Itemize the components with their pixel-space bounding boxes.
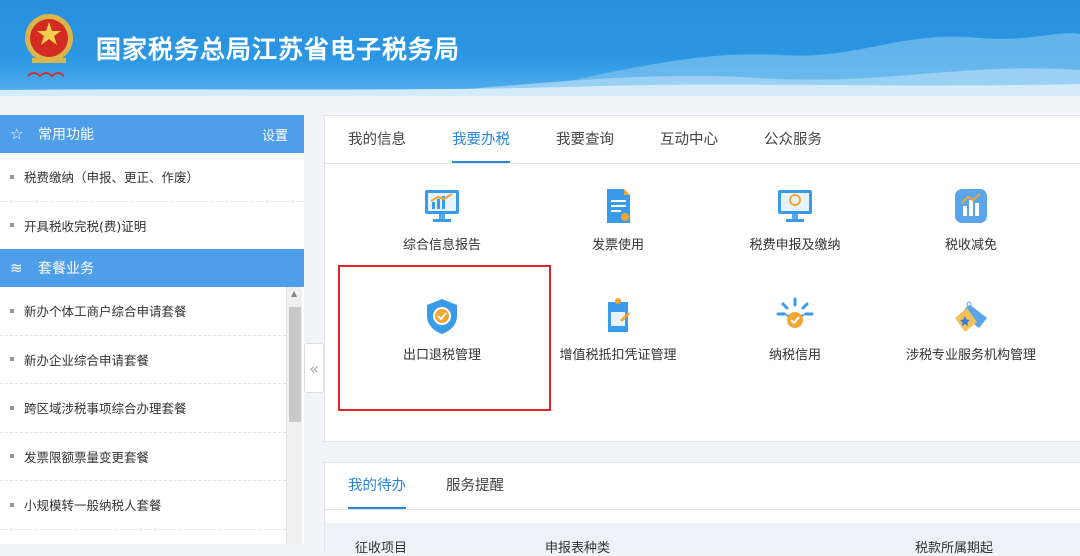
sidebar-item-label: 新办个体工商户综合申请套餐 <box>24 304 187 320</box>
tab-tax-handling[interactable]: 我要办税 <box>452 128 510 163</box>
sidebar-item-label: 开具税收完税(费)证明 <box>24 218 147 234</box>
column-header: 税款所属期起 <box>915 541 994 556</box>
package-services-title: 套餐业务 <box>38 261 94 277</box>
layers-icon: ≋ <box>10 259 23 277</box>
service-label: 涉税专业服务机构管理 <box>905 348 1036 363</box>
star-icon: ☆ <box>10 125 24 143</box>
scroll-up-icon[interactable]: ▲ <box>291 289 297 298</box>
bar-chart-icon <box>955 189 987 223</box>
tab-public-service[interactable]: 公众服务 <box>764 128 822 163</box>
tab-my-info[interactable]: 我的信息 <box>348 128 406 163</box>
bullet-icon <box>10 502 14 507</box>
tab-my-todo[interactable]: 我的待办 <box>348 474 406 509</box>
service-tax-agency-management[interactable]: 涉税专业服务机构管理 <box>866 274 1076 384</box>
todo-panel: 我的待办 服务提醒 征收项目 申报表种类 税款所属期起 <box>324 462 1080 556</box>
bullet-icon <box>10 174 14 179</box>
sidebar-item-label: 跨区域涉税事项综合办理套餐 <box>24 401 187 417</box>
sidebar-item-package[interactable]: 新办个体工商户综合申请套餐 <box>0 287 286 336</box>
certificate-icon <box>608 298 630 332</box>
todo-table-header: 征收项目 申报表种类 税款所属期起 <box>325 523 1080 556</box>
monitor-chart-icon <box>425 190 459 222</box>
main-tabs: 我的信息 我要办税 我要查询 互动中心 公众服务 <box>325 116 1080 164</box>
invoice-document-icon <box>607 189 630 223</box>
bullet-icon <box>10 357 14 362</box>
common-functions-header: ☆ 常用功能 设置 <box>0 115 304 153</box>
sidebar-item-label: 新办企业综合申请套餐 <box>24 352 150 368</box>
sidebar-item-label: 小规模转一般纳税人套餐 <box>24 498 162 514</box>
common-functions-title: 常用功能 <box>38 127 94 143</box>
package-services-header[interactable]: ≋ 套餐业务 <box>0 249 304 287</box>
package-list: 新办个体工商户综合申请套餐 新办企业综合申请套餐 跨区域涉税事项综合办理套餐 发… <box>0 287 286 530</box>
settings-link[interactable]: 设置 <box>262 125 288 144</box>
sidebar-item-package[interactable]: 小规模转一般纳税人套餐 <box>0 481 286 530</box>
column-header: 申报表种类 <box>545 541 611 556</box>
scrollbar-thumb[interactable] <box>289 307 301 422</box>
sidebar-item-package[interactable]: 跨区域涉税事项综合办理套餐 <box>0 384 286 433</box>
column-header: 征收项目 <box>355 541 408 556</box>
sidebar-scrollbar[interactable]: ▲ <box>286 287 302 544</box>
site-header: 国家税务总局江苏省电子税务局 <box>0 0 1080 96</box>
credit-badge-icon <box>776 297 814 328</box>
sidebar-item-label: 税费缴纳（申报、更正、作废） <box>24 170 200 186</box>
bullet-icon <box>10 308 14 313</box>
sidebar-item-label: 发票限额票量变更套餐 <box>24 449 150 465</box>
tag-star-icon <box>955 301 987 332</box>
tab-interaction[interactable]: 互动中心 <box>660 128 718 163</box>
monitor-coin-icon <box>778 190 812 222</box>
tab-service-reminder[interactable]: 服务提醒 <box>446 474 504 509</box>
service-tax-relief[interactable]: 税收减免 <box>866 164 1076 274</box>
sidebar-item-tax-certificate[interactable]: 开具税收完税(费)证明 <box>0 202 304 250</box>
sidebar-collapse-button[interactable]: « <box>304 343 324 393</box>
sidebar-item-tax-payment[interactable]: 税费缴纳（申报、更正、作废） <box>0 153 304 202</box>
bullet-icon <box>10 405 14 410</box>
sidebar-item-package[interactable]: 新办企业综合申请套餐 <box>0 336 286 384</box>
service-label: 税收减免 <box>944 238 997 253</box>
bullet-icon <box>10 223 14 228</box>
sidebar: ☆ 常用功能 设置 税费缴纳（申报、更正、作废） 开具税收完税(费)证明 ≋ 套… <box>0 115 304 544</box>
bullet-icon <box>10 454 14 459</box>
site-title: 国家税务总局江苏省电子税务局 <box>96 35 461 64</box>
tax-bureau-emblem <box>25 14 73 78</box>
highlight-box <box>338 265 551 411</box>
sidebar-item-package[interactable]: 发票限额票量变更套餐 <box>0 433 286 481</box>
tab-query[interactable]: 我要查询 <box>556 128 614 163</box>
todo-tabs: 我的待办 服务提醒 <box>325 463 1080 510</box>
